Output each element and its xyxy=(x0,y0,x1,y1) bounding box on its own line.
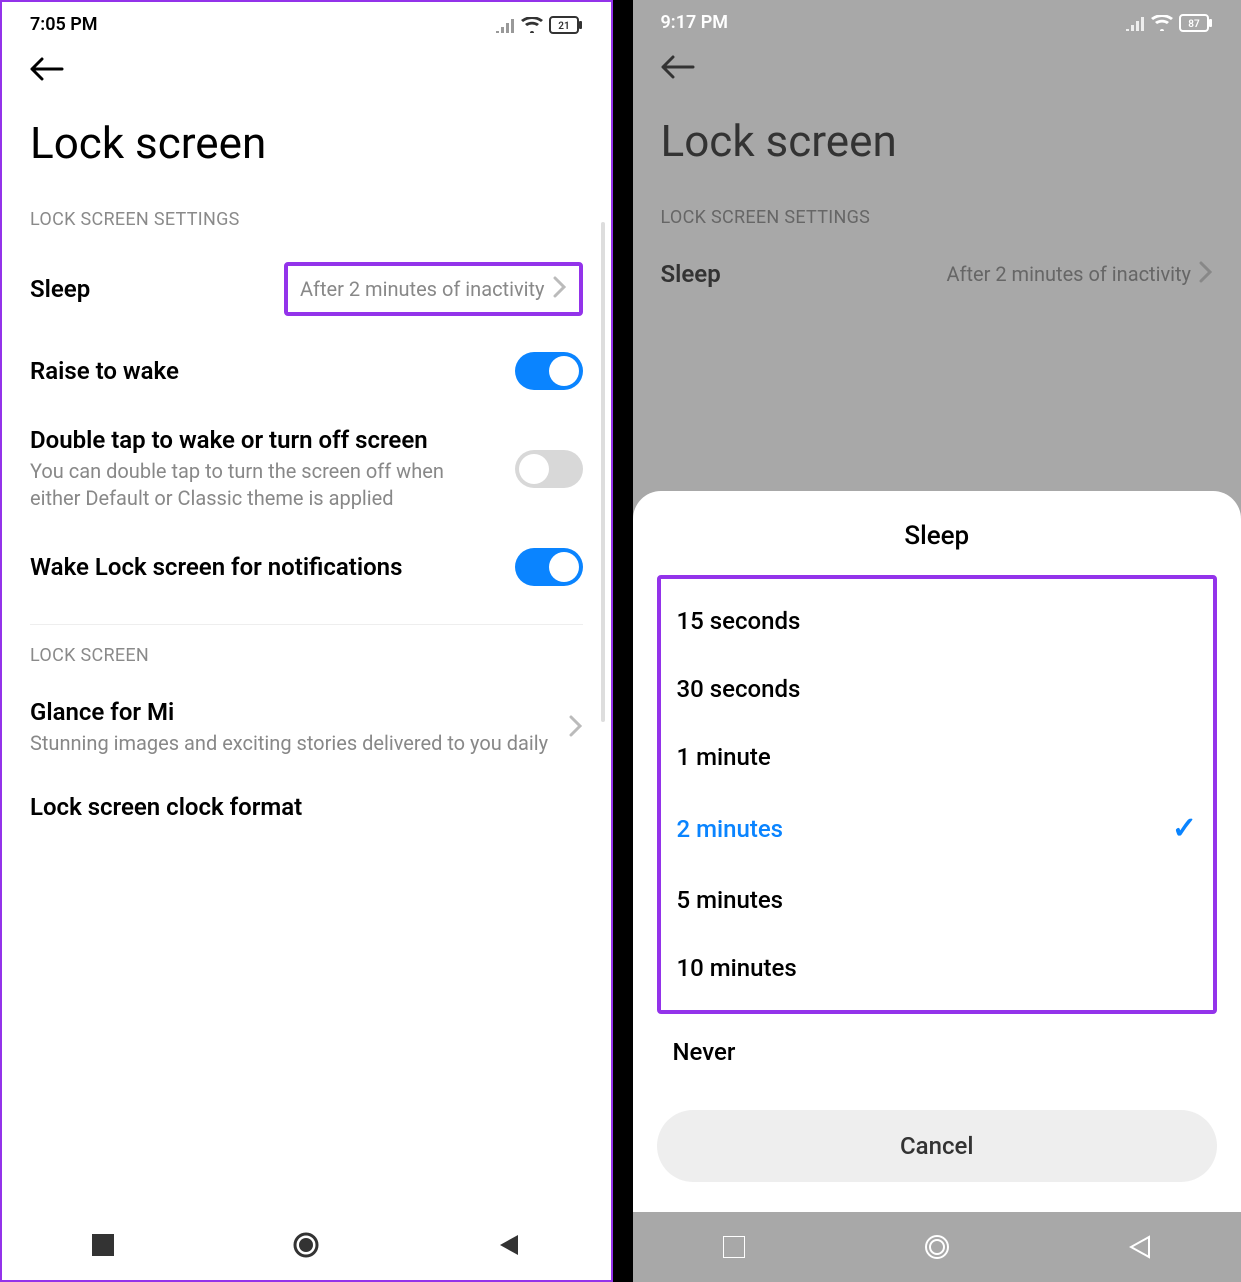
battery-icon: 21 xyxy=(549,16,583,34)
sleep-label: Sleep xyxy=(661,260,927,288)
wakelock-label: Wake Lock screen for notifications xyxy=(30,553,495,581)
chevron-right-icon xyxy=(1199,261,1213,287)
sleep-sheet: Sleep 15 seconds 30 seconds 1 minute 2 m… xyxy=(633,491,1241,1212)
option-5-minutes[interactable]: 5 minutes xyxy=(671,866,1204,934)
option-list-highlight: 15 seconds 30 seconds 1 minute 2 minutes… xyxy=(657,575,1218,1014)
option-15-seconds[interactable]: 15 seconds xyxy=(671,587,1204,655)
status-icons: 21 xyxy=(495,16,583,34)
doubletap-desc: You can double tap to turn the screen of… xyxy=(30,458,495,512)
status-icons: 87 xyxy=(1125,14,1213,32)
sleep-value: After 2 minutes of inactivity xyxy=(300,277,545,301)
cancel-button[interactable]: Cancel xyxy=(657,1110,1218,1182)
option-30-seconds[interactable]: 30 seconds xyxy=(671,655,1204,723)
nav-recents-button[interactable] xyxy=(704,1236,764,1258)
nav-home-button[interactable] xyxy=(907,1233,967,1261)
back-button[interactable] xyxy=(633,41,1241,97)
phone-right: 9:17 PM 87 Lock screen LOCK SCREEN SETTI… xyxy=(633,0,1241,1282)
status-time: 7:05 PM xyxy=(30,14,98,35)
option-never[interactable]: Never xyxy=(657,1014,1218,1090)
nav-back-button[interactable] xyxy=(1110,1235,1170,1259)
divider xyxy=(30,624,583,625)
section-header-settings: LOCK SCREEN SETTINGS xyxy=(633,197,1241,242)
chevron-right-icon xyxy=(553,276,567,302)
svg-text:21: 21 xyxy=(558,21,569,32)
wifi-icon xyxy=(521,17,543,33)
signal-icon xyxy=(495,17,515,33)
setting-double-tap[interactable]: Double tap to wake or turn off screen Yo… xyxy=(2,408,611,530)
glance-label: Glance for Mi xyxy=(30,698,549,726)
section-header-lockscreen: LOCK SCREEN xyxy=(2,635,611,680)
section-header-settings: LOCK SCREEN SETTINGS xyxy=(2,199,611,244)
glance-desc: Stunning images and exciting stories del… xyxy=(30,730,549,757)
scrollbar[interactable] xyxy=(601,222,605,722)
back-button[interactable] xyxy=(2,43,611,99)
check-icon: ✓ xyxy=(1172,811,1197,846)
doubletap-toggle[interactable] xyxy=(515,450,583,488)
status-bar: 9:17 PM 87 xyxy=(633,0,1241,41)
option-10-minutes[interactable]: 10 minutes xyxy=(671,934,1204,1002)
setting-glance[interactable]: Glance for Mi Stunning images and exciti… xyxy=(2,680,611,775)
status-bar: 7:05 PM 21 xyxy=(2,2,611,43)
nav-recents-button[interactable] xyxy=(73,1234,133,1256)
raise-label: Raise to wake xyxy=(30,357,495,385)
status-time: 9:17 PM xyxy=(661,12,729,33)
sleep-value: After 2 minutes of inactivity xyxy=(946,262,1191,286)
chevron-right-icon xyxy=(569,715,583,741)
setting-clock-format[interactable]: Lock screen clock format xyxy=(2,775,611,839)
setting-sleep: Sleep After 2 minutes of inactivity xyxy=(633,242,1241,306)
option-2-minutes[interactable]: 2 minutes✓ xyxy=(671,791,1204,866)
nav-bar xyxy=(2,1210,611,1280)
sleep-label: Sleep xyxy=(30,275,264,303)
svg-text:87: 87 xyxy=(1188,19,1200,30)
nav-back-button[interactable] xyxy=(479,1233,539,1257)
option-1-minute[interactable]: 1 minute xyxy=(671,723,1204,791)
page-title: Lock screen xyxy=(2,99,611,199)
wakelock-toggle[interactable] xyxy=(515,548,583,586)
wifi-icon xyxy=(1151,15,1173,31)
setting-raise-to-wake[interactable]: Raise to wake xyxy=(2,334,611,408)
doubletap-label: Double tap to wake or turn off screen xyxy=(30,426,495,454)
page-title: Lock screen xyxy=(633,97,1241,197)
battery-icon: 87 xyxy=(1179,14,1213,32)
signal-icon xyxy=(1125,15,1145,31)
setting-sleep[interactable]: Sleep After 2 minutes of inactivity xyxy=(2,244,611,334)
sleep-value-highlight: After 2 minutes of inactivity xyxy=(284,262,583,316)
setting-wake-lock[interactable]: Wake Lock screen for notifications xyxy=(2,530,611,604)
nav-home-button[interactable] xyxy=(276,1231,336,1259)
raise-toggle[interactable] xyxy=(515,352,583,390)
nav-bar xyxy=(633,1212,1241,1282)
sheet-title: Sleep xyxy=(657,521,1218,551)
clockformat-label: Lock screen clock format xyxy=(30,793,563,821)
phone-left: 7:05 PM 21 Lock screen LOCK SCREEN SETTI… xyxy=(0,0,613,1282)
